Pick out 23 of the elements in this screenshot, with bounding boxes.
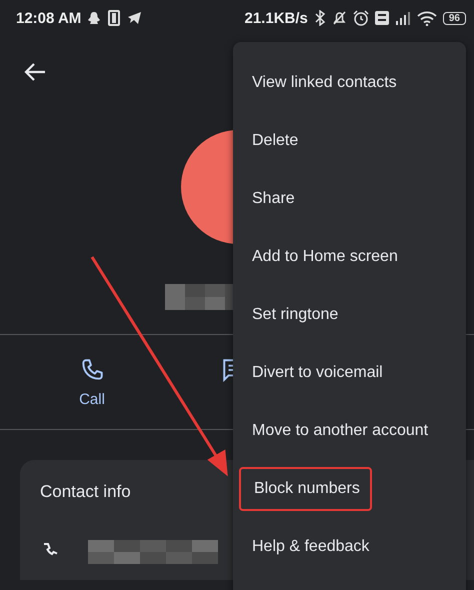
card-title: Contact info bbox=[40, 482, 131, 501]
device-icon bbox=[107, 10, 122, 26]
signal-icon bbox=[394, 11, 411, 25]
menu-item[interactable]: Share bbox=[233, 170, 466, 228]
bluetooth-icon bbox=[314, 10, 326, 26]
menu-item[interactable]: Help & feedback bbox=[233, 518, 466, 576]
menu-item[interactable]: View linked contacts bbox=[233, 54, 466, 112]
bell-off-icon bbox=[332, 10, 347, 26]
alarm-icon bbox=[352, 10, 369, 26]
menu-item[interactable]: Delete bbox=[233, 112, 466, 170]
status-time: 12:08 AM bbox=[16, 10, 82, 26]
send-icon bbox=[127, 11, 142, 25]
network-speed: 21.1KB/s bbox=[244, 10, 308, 26]
action-label[interactable]: Call bbox=[79, 390, 105, 408]
menu-item[interactable]: Divert to voicemail bbox=[233, 344, 466, 402]
menu-item[interactable]: Add to Home screen bbox=[233, 228, 466, 286]
menu-item[interactable]: Move to another account bbox=[233, 402, 466, 460]
wifi-icon bbox=[416, 10, 437, 26]
menu-item[interactable]: Block numbers bbox=[239, 467, 372, 511]
back-icon[interactable] bbox=[24, 62, 46, 82]
menu-item[interactable]: Set ringtone bbox=[233, 286, 466, 344]
ghost-icon bbox=[87, 10, 102, 26]
battery-level: 96 bbox=[442, 12, 466, 24]
